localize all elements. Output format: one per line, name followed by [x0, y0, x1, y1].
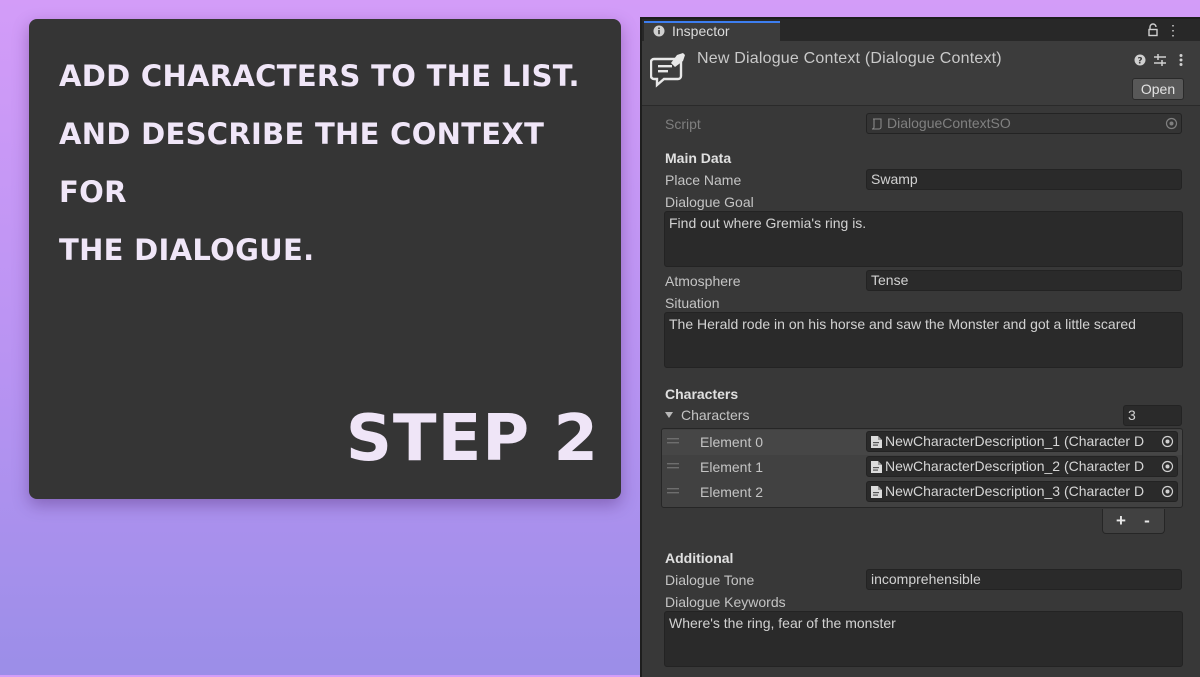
inspector-tab-bar: Inspector ⋮: [642, 19, 1200, 41]
remove-element-button[interactable]: -: [1137, 511, 1157, 531]
instruction-line-3: THE DIALOGUE.: [59, 233, 315, 267]
inspector-panel: Inspector ⋮ New Dialogue Context (Dialog…: [640, 17, 1200, 677]
settings-sliders-icon[interactable]: [1154, 54, 1166, 66]
scriptable-object-icon: [871, 461, 882, 473]
scriptable-object-icon: [871, 486, 882, 498]
element-0-label: Element 0: [700, 434, 764, 450]
header-kebab-icon[interactable]: [1179, 54, 1183, 66]
script-value: DialogueContextSO: [887, 115, 1011, 131]
list-add-remove-controls: + -: [1102, 509, 1165, 534]
script-field: DialogueContextSO: [866, 113, 1182, 134]
atmosphere-field[interactable]: Tense: [866, 270, 1182, 291]
drag-handle-icon[interactable]: [667, 488, 679, 494]
inspector-object-title: New Dialogue Context (Dialogue Context): [697, 50, 1002, 67]
element-0-object-field[interactable]: NewCharacterDescription_1 (Character D: [866, 431, 1178, 452]
section-additional: Additional: [665, 550, 734, 566]
list-item[interactable]: Element 2 NewCharacterDescription_3 (Cha…: [662, 480, 1182, 505]
characters-list: Element 0 NewCharacterDescription_1 (Cha…: [661, 428, 1183, 508]
list-item[interactable]: Element 1 NewCharacterDescription_2 (Cha…: [662, 455, 1182, 480]
open-button[interactable]: Open: [1132, 78, 1184, 100]
help-icon[interactable]: ?: [1134, 54, 1146, 67]
place-name-label: Place Name: [665, 172, 742, 188]
info-icon: [653, 25, 665, 37]
object-picker-icon[interactable]: [1161, 485, 1174, 498]
element-2-label: Element 2: [700, 484, 764, 500]
atmosphere-label: Atmosphere: [665, 273, 741, 289]
dialogue-context-icon: [650, 53, 685, 88]
characters-foldout-label[interactable]: Characters: [681, 407, 749, 423]
situation-label: Situation: [665, 295, 720, 311]
inspector-header: New Dialogue Context (Dialogue Context) …: [642, 41, 1200, 106]
situation-textarea[interactable]: The Herald rode in on his horse and saw …: [664, 312, 1183, 368]
instruction-line-2: AND DESCRIBE THE CONTEXT FOR: [59, 117, 545, 209]
characters-count-field[interactable]: 3: [1123, 405, 1182, 426]
dialogue-tone-label: Dialogue Tone: [665, 572, 755, 588]
place-name-field[interactable]: Swamp: [866, 169, 1182, 190]
tab-inspector[interactable]: Inspector: [644, 21, 780, 41]
foldout-triangle-icon[interactable]: [664, 410, 674, 420]
instruction-text: ADD CHARACTERS TO THE LIST. AND DESCRIBE…: [59, 47, 609, 279]
dialogue-goal-label: Dialogue Goal: [665, 194, 754, 210]
object-picker-icon[interactable]: [1161, 435, 1174, 448]
dialogue-keywords-textarea[interactable]: Where's the ring, fear of the monster: [664, 611, 1183, 667]
dialogue-goal-textarea[interactable]: Find out where Gremia's ring is.: [664, 211, 1183, 267]
element-2-value: NewCharacterDescription_3 (Character D: [885, 483, 1145, 499]
section-characters: Characters: [665, 386, 739, 402]
tab-inspector-label: Inspector: [672, 23, 730, 39]
scriptable-object-icon: [871, 436, 882, 448]
list-item[interactable]: Element 0 NewCharacterDescription_1 (Cha…: [662, 430, 1182, 455]
instruction-line-1: ADD CHARACTERS TO THE LIST.: [59, 59, 580, 93]
element-1-label: Element 1: [700, 459, 764, 475]
dialogue-keywords-label: Dialogue Keywords: [665, 594, 786, 610]
script-icon: [871, 118, 882, 130]
element-2-object-field[interactable]: NewCharacterDescription_3 (Character D: [866, 481, 1178, 502]
element-1-object-field[interactable]: NewCharacterDescription_2 (Character D: [866, 456, 1178, 477]
section-main-data: Main Data: [665, 150, 732, 166]
drag-handle-icon[interactable]: [667, 438, 679, 444]
dialogue-tone-field[interactable]: incomprehensible: [866, 569, 1182, 590]
svg-text:?: ?: [1137, 57, 1142, 67]
instruction-card: ADD CHARACTERS TO THE LIST. AND DESCRIBE…: [29, 19, 621, 499]
object-picker-icon: [1165, 117, 1178, 130]
element-0-value: NewCharacterDescription_1 (Character D: [885, 433, 1145, 449]
object-picker-icon[interactable]: [1161, 460, 1174, 473]
step-label: STEP 2: [345, 402, 599, 476]
add-element-button[interactable]: +: [1111, 511, 1131, 531]
kebab-menu-icon[interactable]: ⋮: [1166, 22, 1180, 38]
drag-handle-icon[interactable]: [667, 463, 679, 469]
element-1-value: NewCharacterDescription_2 (Character D: [885, 458, 1145, 474]
lock-icon[interactable]: [1146, 23, 1160, 37]
header-icons: ?: [1134, 54, 1183, 67]
script-label: Script: [665, 116, 701, 132]
